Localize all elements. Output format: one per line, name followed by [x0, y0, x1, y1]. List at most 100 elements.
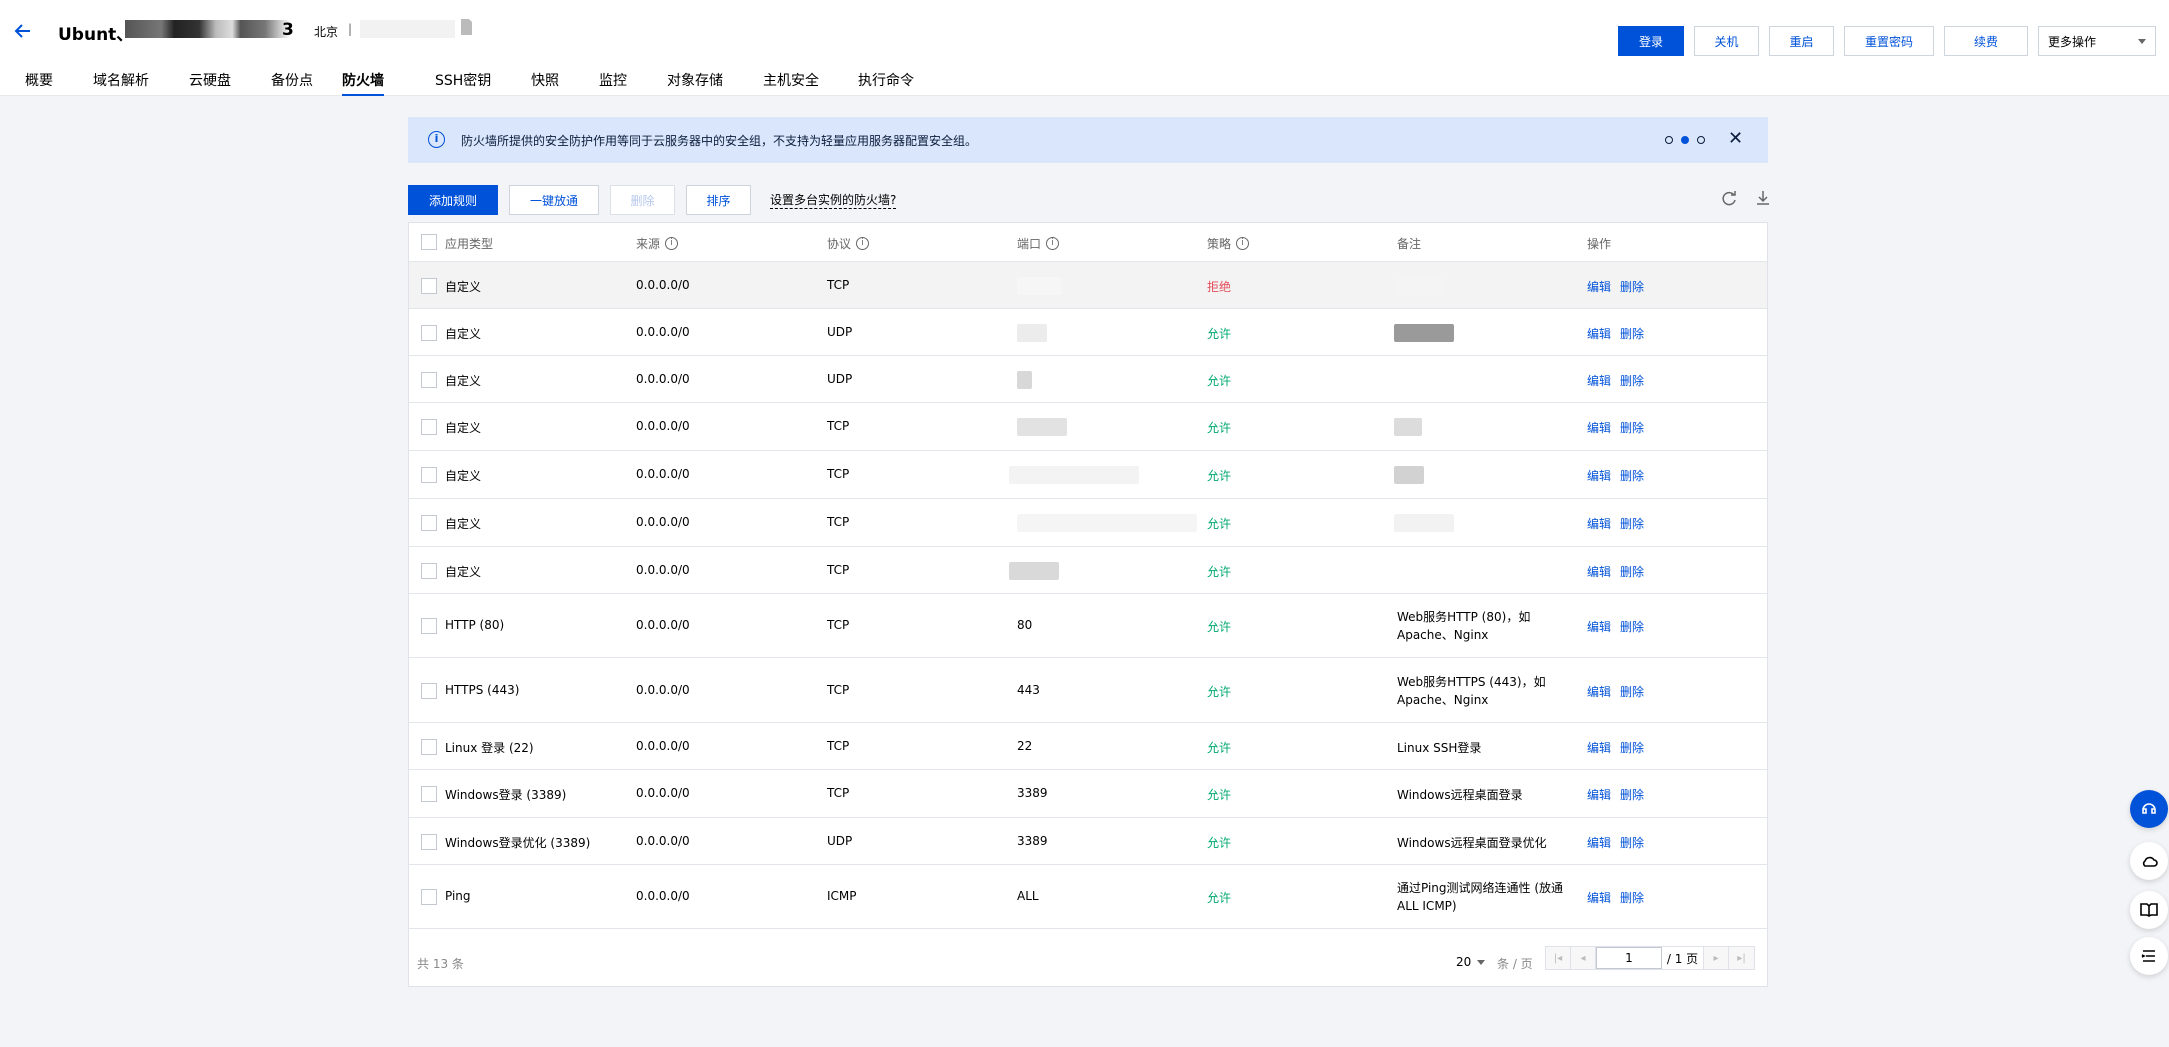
prev-page-icon[interactable]: ◂: [1571, 947, 1596, 969]
tab-monitor[interactable]: 监控: [599, 70, 627, 96]
row-checkbox[interactable]: [421, 372, 437, 388]
row-checkbox[interactable]: [421, 325, 437, 341]
tab-ssh-keys[interactable]: SSH密钥: [435, 70, 491, 96]
refresh-icon[interactable]: [1720, 189, 1738, 207]
row-checkbox[interactable]: [421, 563, 437, 579]
list-icon[interactable]: [2130, 937, 2168, 975]
delete-link[interactable]: 删除: [1620, 563, 1644, 580]
cell-app-type: 自定义: [445, 565, 482, 579]
select-all-checkbox[interactable]: [421, 234, 437, 250]
restart-button[interactable]: 重启: [1769, 26, 1834, 56]
cell-app-type: 自定义: [445, 374, 482, 388]
delete-link[interactable]: 删除: [1620, 618, 1644, 635]
delete-link[interactable]: 删除: [1620, 683, 1644, 700]
more-actions-dropdown[interactable]: 更多操作: [2038, 26, 2156, 56]
row-checkbox[interactable]: [421, 419, 437, 435]
delete-link[interactable]: 删除: [1620, 467, 1644, 484]
delete-link[interactable]: 删除: [1620, 278, 1644, 295]
tab-firewall[interactable]: 防火墙: [342, 70, 384, 96]
back-arrow-icon[interactable]: [12, 20, 34, 42]
page-size-select[interactable]: 20: [1456, 955, 1486, 969]
edit-link[interactable]: 编辑: [1587, 372, 1611, 389]
edit-link[interactable]: 编辑: [1587, 515, 1611, 532]
row-checkbox[interactable]: [421, 739, 437, 755]
row-checkbox[interactable]: [421, 515, 437, 531]
edit-link[interactable]: 编辑: [1587, 739, 1611, 756]
one-click-open-button[interactable]: 一键放通: [509, 185, 599, 215]
edit-link[interactable]: 编辑: [1587, 683, 1611, 700]
table-row: 自定义 0.0.0.0/0 TCP 允许 编辑 删除: [409, 499, 1767, 547]
delete-link[interactable]: 删除: [1620, 372, 1644, 389]
delete-link[interactable]: 删除: [1620, 515, 1644, 532]
edit-link[interactable]: 编辑: [1587, 786, 1611, 803]
renew-button[interactable]: 续费: [1944, 26, 2028, 56]
copy-icon[interactable]: [460, 18, 473, 36]
tab-run-command[interactable]: 执行命令: [858, 70, 914, 96]
pager-dot[interactable]: [1697, 136, 1705, 144]
delete-button[interactable]: 删除: [610, 185, 675, 215]
edit-link[interactable]: 编辑: [1587, 889, 1611, 906]
add-rule-button[interactable]: 添加规则: [408, 185, 498, 215]
row-checkbox[interactable]: [421, 618, 437, 634]
info-icon[interactable]: i: [1046, 237, 1060, 250]
tab-dns[interactable]: 域名解析: [93, 70, 149, 96]
row-checkbox[interactable]: [421, 786, 437, 802]
row-checkbox[interactable]: [421, 683, 437, 699]
tab-cloud-disk[interactable]: 云硬盘: [189, 70, 231, 96]
info-icon[interactable]: i: [665, 237, 679, 250]
tab-backup[interactable]: 备份点: [271, 70, 313, 96]
table-row: 自定义 0.0.0.0/0 TCP 允许 编辑 删除: [409, 547, 1767, 594]
page-input[interactable]: [1596, 947, 1662, 969]
notice-pager: [1665, 136, 1705, 144]
last-page-icon[interactable]: ▸|: [1729, 947, 1754, 969]
header-port-label: 端口: [1017, 237, 1042, 251]
table-row: 自定义 0.0.0.0/0 TCP 允许 编辑 删除: [409, 403, 1767, 451]
edit-link[interactable]: 编辑: [1587, 563, 1611, 580]
tab-overview[interactable]: 概要: [25, 70, 53, 96]
tab-object-storage[interactable]: 对象存储: [667, 70, 723, 96]
row-checkbox[interactable]: [421, 834, 437, 850]
edit-link[interactable]: 编辑: [1587, 419, 1611, 436]
row-checkbox[interactable]: [421, 467, 437, 483]
cell-policy: 允许: [1207, 620, 1232, 634]
delete-link[interactable]: 删除: [1620, 325, 1644, 342]
cell-source: 0.0.0.0/0: [636, 683, 690, 697]
edit-link[interactable]: 编辑: [1587, 834, 1611, 851]
delete-link[interactable]: 删除: [1620, 834, 1644, 851]
edit-link[interactable]: 编辑: [1587, 325, 1611, 342]
login-button[interactable]: 登录: [1618, 26, 1684, 56]
close-icon[interactable]: ✕: [1728, 128, 1743, 149]
support-icon[interactable]: [2130, 790, 2168, 828]
delete-link[interactable]: 删除: [1620, 889, 1644, 906]
shutdown-button[interactable]: 关机: [1694, 26, 1759, 56]
sort-button[interactable]: 排序: [686, 185, 751, 215]
book-icon[interactable]: [2130, 891, 2168, 929]
tab-host-security[interactable]: 主机安全: [763, 70, 819, 96]
total-pages: / 1 页: [1662, 947, 1704, 969]
edit-link[interactable]: 编辑: [1587, 467, 1611, 484]
pager-dot-active[interactable]: [1681, 136, 1689, 144]
delete-link[interactable]: 删除: [1620, 786, 1644, 803]
edit-link[interactable]: 编辑: [1587, 278, 1611, 295]
download-icon[interactable]: [1754, 189, 1772, 207]
delete-link[interactable]: 删除: [1620, 739, 1644, 756]
cloud-icon[interactable]: [2130, 842, 2168, 880]
table-row: HTTPS (443) 0.0.0.0/0 TCP 443 允许 Web服务HTTPS (…: [409, 658, 1767, 723]
info-icon[interactable]: i: [1236, 237, 1250, 250]
next-page-icon[interactable]: ▸: [1704, 947, 1729, 969]
tab-snapshot[interactable]: 快照: [531, 70, 559, 96]
reset-password-button[interactable]: 重置密码: [1844, 26, 1934, 56]
edit-link[interactable]: 编辑: [1587, 618, 1611, 635]
cell-port: 3389: [1017, 834, 1048, 848]
pager-dot[interactable]: [1665, 136, 1673, 144]
delete-link[interactable]: 删除: [1620, 419, 1644, 436]
cell-policy: 允许: [1207, 565, 1232, 579]
page-header: Ubunt、 3 北京 | 登录 关机 重启 重置密码 续费 更多操作 概要 域…: [0, 0, 2169, 96]
row-checkbox[interactable]: [421, 889, 437, 905]
multi-instance-firewall-link[interactable]: 设置多台实例的防火墙?: [770, 191, 897, 209]
first-page-icon[interactable]: |◂: [1546, 947, 1571, 969]
header-actions: 操作: [1587, 235, 1611, 252]
table-header: 应用类型 来源 i 协议 i 端口 i 策略 i 备注 操作: [409, 223, 1767, 262]
info-icon[interactable]: i: [856, 237, 870, 250]
row-checkbox[interactable]: [421, 278, 437, 294]
